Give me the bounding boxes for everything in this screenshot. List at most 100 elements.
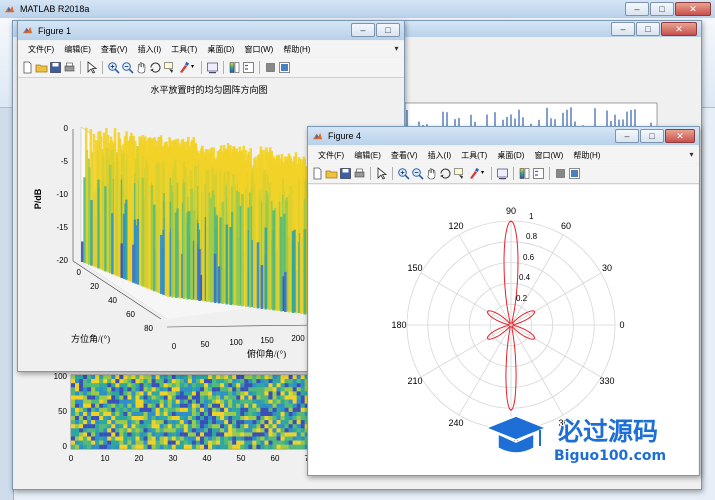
heatmap-cell [99,407,104,412]
hide-plot-tools-icon[interactable] [554,167,567,180]
new-figure-icon[interactable] [311,167,324,180]
heatmap-cell [284,416,289,421]
open-file-icon[interactable] [35,61,48,74]
close-button[interactable]: ✕ [661,22,697,36]
minimize-button[interactable]: – [615,129,639,143]
menu-view[interactable]: 查看(V) [96,44,133,55]
heatmap-cell [139,416,144,421]
insert-legend-icon[interactable] [242,61,255,74]
menu-tools[interactable]: 工具(T) [166,44,202,55]
show-plot-tools-icon[interactable] [278,61,291,74]
heatmap-cell [95,416,100,421]
surface-bar [167,148,170,297]
angle-label-150: 150 [407,263,422,273]
brush-dropdown-icon[interactable]: ▾ [191,61,197,74]
menu-file[interactable]: 文件(F) [23,44,59,55]
menu-window[interactable]: 窗口(W) [529,150,568,161]
polar-grid-spoke [420,324,512,378]
link-plot-icon[interactable] [496,167,509,180]
menu-edit[interactable]: 编辑(E) [349,150,386,161]
heatmap-cell [216,387,221,392]
save-icon[interactable] [49,61,62,74]
heatmap-cell [224,432,229,437]
heatmap-cell [103,424,108,429]
data-cursor-icon[interactable] [453,167,466,180]
zoom-in-icon[interactable] [107,61,120,74]
heatmap-cell [159,403,164,408]
menu-help[interactable]: 帮助(H) [278,44,315,55]
menubar-collapse-arrow[interactable]: ▾ [687,150,696,159]
heatmap-cell [288,444,293,449]
heatmap-cell [131,436,136,441]
menu-desktop[interactable]: 桌面(D) [202,44,239,55]
rotate-3d-icon[interactable] [439,167,452,180]
heatmap-cell [151,420,156,425]
heatmap-cell [83,432,88,437]
minimize-button[interactable]: – [351,23,375,37]
menu-desktop[interactable]: 桌面(D) [492,150,529,161]
menu-edit[interactable]: 编辑(E) [59,44,96,55]
show-plot-tools-icon[interactable] [568,167,581,180]
new-figure-icon[interactable] [21,61,34,74]
maximize-button[interactable]: □ [636,22,660,36]
data-cursor-icon[interactable] [163,61,176,74]
menu-tools[interactable]: 工具(T) [456,150,492,161]
insert-colorbar-icon[interactable] [228,61,241,74]
menu-insert[interactable]: 插入(I) [423,150,457,161]
pan-hand-icon[interactable] [425,167,438,180]
heatmap-cell [256,416,261,421]
link-plot-icon[interactable] [206,61,219,74]
menu-insert[interactable]: 插入(I) [133,44,167,55]
pan-hand-icon[interactable] [135,61,148,74]
open-file-icon[interactable] [325,167,338,180]
heatmap-cell [195,411,201,417]
zoom-out-icon[interactable] [411,167,424,180]
heatmap-cell [187,399,192,404]
heatmap-cell [187,391,192,396]
heatmap-cell [107,444,112,449]
menu-file[interactable]: 文件(F) [313,150,349,161]
surface-bar [280,216,283,312]
heatmap-cell [224,375,229,380]
heatmap-cell [103,411,108,417]
menu-view[interactable]: 查看(V) [386,150,423,161]
heatmap-cell [276,444,281,449]
insert-legend-icon[interactable] [532,167,545,180]
rotate-3d-icon[interactable] [149,61,162,74]
maximize-button[interactable]: □ [640,129,664,143]
menubar-collapse-arrow[interactable]: ▾ [392,44,401,53]
close-button[interactable]: ✕ [665,129,695,143]
maximize-button[interactable]: □ [376,23,400,37]
heatmap-cell [280,391,285,396]
zoom-out-icon[interactable] [121,61,134,74]
pointer-icon[interactable] [375,167,388,180]
zoom-in-icon[interactable] [397,167,410,180]
minimize-button[interactable]: – [625,2,649,16]
brush-dropdown-icon[interactable]: ▾ [481,167,487,180]
minimize-button[interactable]: – [611,22,635,36]
heatmap-cell [99,403,104,408]
menu-help[interactable]: 帮助(H) [568,150,605,161]
heatmap-cell [248,420,253,425]
save-icon[interactable] [339,167,352,180]
heatmap-cell [195,399,201,404]
close-button[interactable]: ✕ [675,2,711,16]
menu-window[interactable]: 窗口(W) [239,44,278,55]
heatmap-cell [280,403,285,408]
hide-plot-tools-icon[interactable] [264,61,277,74]
heatmap-cell [131,424,136,429]
brush-icon[interactable] [467,167,480,180]
pointer-icon[interactable] [85,61,98,74]
heatmap-cell [147,391,152,396]
heatmap-cell [159,428,164,433]
brush-icon[interactable] [177,61,190,74]
insert-colorbar-icon[interactable] [518,167,531,180]
print-icon[interactable] [63,61,76,74]
print-icon[interactable] [353,167,366,180]
heatmap-cell [79,420,84,425]
heatmap-cell [139,440,144,445]
heatmap-cell [208,444,213,449]
heatmap-cell [268,444,273,449]
heatmap-cell [87,411,92,417]
maximize-button[interactable]: □ [650,2,674,16]
